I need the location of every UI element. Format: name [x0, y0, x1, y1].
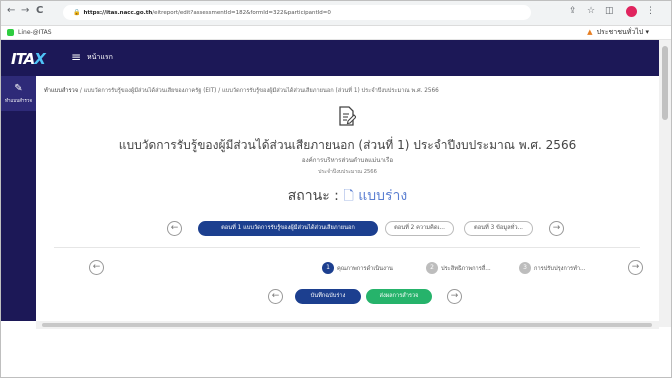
step-1[interactable]: 1 คุณภาพการดำเนินงาน: [322, 262, 393, 274]
submit-survey-button[interactable]: ส่งผลการสำรวจ: [366, 289, 432, 304]
parts-next-button[interactable]: →: [549, 221, 564, 236]
step-2[interactable]: 2 ประสิทธิภาพการสื่...: [426, 262, 491, 274]
breadcrumb-separator: /: [79, 88, 82, 94]
step-number: 2: [426, 262, 438, 274]
sidebar-item-label: ทำแบบสำรวจ: [5, 99, 32, 104]
arrow-left-icon: ←: [92, 262, 101, 272]
breadcrumb-separator: /: [218, 88, 221, 94]
back-icon[interactable]: ←: [7, 5, 15, 16]
sidebar: ✎ ทำแบบสำรวจ: [1, 76, 36, 321]
blank-area: [1, 329, 671, 377]
breadcrumb: ทำแบบสำรวจ / แบบวัดการรับรู้ของผู้มีส่วน…: [44, 85, 439, 95]
profile-avatar[interactable]: [626, 6, 637, 17]
browser-toolbar: ← → C 🔒 https://itas.nacc.go.th/eitreport…: [1, 1, 671, 26]
main-content: ทำแบบสำรวจ / แบบวัดการรับรู้ของผู้มีส่วน…: [36, 76, 659, 321]
steps-prev-button[interactable]: ←: [89, 260, 104, 275]
scroll-thumb[interactable]: [662, 46, 668, 120]
parts-prev-button[interactable]: ←: [167, 221, 182, 236]
status-label: สถานะ :: [287, 188, 339, 204]
step-3[interactable]: 3 การปรับปรุงการทำ...: [519, 262, 585, 274]
sidebar-item-survey[interactable]: ✎ ทำแบบสำรวจ: [1, 76, 36, 111]
tab-part-2[interactable]: ตอนที่ 2 ความคิดเ...: [385, 221, 454, 236]
user-menu-label: ประชาชนทั่วไป ▾: [596, 28, 649, 36]
url-host: https://itas.nacc.go.th: [83, 10, 153, 16]
arrow-right-icon: →: [552, 223, 561, 233]
edit-document-icon: [339, 106, 356, 126]
lock-icon: 🔒: [73, 9, 81, 16]
save-draft-button[interactable]: บันทึกฉบับร่าง: [295, 289, 361, 304]
organization-name: องค์การบริหารส่วนตำบลแม่นาเรือ: [301, 157, 394, 164]
arrow-left-icon: ←: [170, 223, 179, 233]
extensions-icon[interactable]: ◫: [605, 6, 614, 16]
horizontal-scrollbar[interactable]: [36, 321, 659, 329]
logo-accent: X: [34, 50, 46, 68]
address-bar[interactable]: 🔒 https://itas.nacc.go.th/eitreport/edit?…: [63, 5, 531, 20]
line-icon: [7, 29, 14, 36]
forward-icon[interactable]: →: [21, 5, 29, 16]
url-path: /eitreport/edit?assessmentId=182&formId=…: [152, 10, 331, 16]
breadcrumb-survey[interactable]: ทำแบบสำรวจ: [44, 88, 78, 94]
user-icon: ▲: [587, 28, 593, 36]
step-number: 3: [519, 262, 531, 274]
breadcrumb-eit[interactable]: แบบวัดการรับรู้ของผู้มีส่วนได้ส่วนเสียขอ…: [84, 88, 217, 94]
form-title: แบบวัดการรับรู้ของผู้มีส่วนได้ส่วนเสียภา…: [118, 138, 577, 152]
step-label: การปรับปรุงการทำ...: [534, 266, 586, 272]
tab-part-1[interactable]: ตอนที่ 1 แบบวัดการรับรู้ของผู้มีส่วนได้ส…: [198, 221, 378, 236]
vertical-scrollbar[interactable]: [659, 40, 671, 327]
bookmark-line-itas[interactable]: Line-@ITAS: [18, 26, 52, 39]
bookmark-bar: Line-@ITAS ▲ ประชาชนทั่วไป ▾: [1, 26, 671, 40]
pencil-icon: ✎: [14, 83, 23, 94]
breadcrumb-current: แบบวัดการรับรู้ของผู้มีส่วนได้ส่วนเสียภา…: [221, 88, 439, 94]
arrow-left-icon: ←: [271, 291, 280, 301]
user-menu[interactable]: ▲ ประชาชนทั่วไป ▾: [587, 26, 649, 39]
fiscal-year: ประจำปีงบประมาณ 2566: [318, 169, 377, 175]
step-label: ประสิทธิภาพการสื่...: [441, 266, 491, 272]
menu-icon[interactable]: ≡: [71, 50, 81, 64]
share-icon[interactable]: ⇪: [569, 6, 577, 16]
page-prev-button[interactable]: ←: [268, 289, 283, 304]
status-badge: แบบร่าง: [358, 188, 408, 204]
page-next-button[interactable]: →: [447, 289, 462, 304]
home-link[interactable]: หน้าแรก: [87, 52, 113, 63]
screenshot-frame: ← → C 🔒 https://itas.nacc.go.th/eitreport…: [0, 0, 672, 378]
file-icon: 🗋: [343, 189, 354, 204]
arrow-right-icon: →: [450, 291, 459, 301]
scroll-thumb[interactable]: [42, 323, 652, 327]
steps-next-button[interactable]: →: [628, 260, 643, 275]
step-number: 1: [322, 262, 334, 274]
app-header: ITAX ≡ หน้าแรก: [1, 40, 659, 76]
tab-part-3[interactable]: ตอนที่ 3 ข้อมูลทั่ว...: [464, 221, 533, 236]
more-icon[interactable]: ⋮: [646, 6, 655, 16]
itas-logo[interactable]: ITAX: [11, 50, 46, 68]
divider: [54, 247, 640, 248]
step-label: คุณภาพการดำเนินงาน: [337, 266, 393, 272]
bookmark-star-icon[interactable]: ☆: [587, 6, 595, 16]
logo-main: ITA: [11, 50, 35, 68]
status-line: สถานะ : 🗋 แบบร่าง: [36, 185, 659, 209]
arrow-right-icon: →: [631, 262, 640, 272]
reload-icon[interactable]: C: [36, 5, 43, 16]
